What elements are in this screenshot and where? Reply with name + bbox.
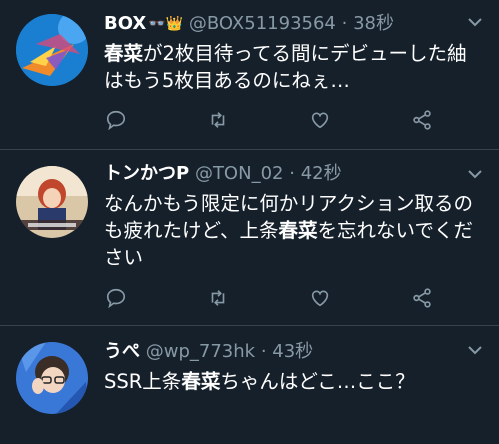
tweet-text: SSR上条春菜ちゃんはどこ…ここ？ — [104, 368, 482, 395]
text-segment: SSR上条 — [104, 370, 182, 393]
like-icon — [311, 290, 329, 307]
text-segment: ちゃんはどこ…ここ？ — [220, 370, 415, 393]
avatar[interactable] — [16, 14, 88, 86]
retweet-icon — [211, 290, 225, 306]
avatar[interactable] — [16, 342, 88, 414]
action-bar — [104, 286, 434, 310]
avatar-image — [16, 342, 88, 414]
tweet-header: BOX 👓👑 @BOX51193564 · 38秒 — [104, 10, 475, 38]
tweet[interactable]: うぺ @wp_773hk · 43秒 SSR上条春菜ちゃんはどこ…ここ？ — [0, 326, 499, 444]
avatar-image — [16, 166, 88, 238]
separator-dot: · — [341, 13, 348, 34]
user-handle[interactable]: @TON_02 — [195, 163, 284, 184]
highlight-term: 春菜 — [104, 42, 144, 65]
separator-dot: · — [289, 163, 295, 184]
display-name[interactable]: トンかつP — [104, 163, 189, 184]
timestamp[interactable]: 38秒 — [353, 13, 394, 34]
tweet-text: なんかもう限定に何かリアクション取るのも疲れたけど、上条春菜を忘れないでください — [104, 190, 482, 271]
user-handle[interactable]: @wp_773hk — [146, 341, 255, 362]
retweet-button[interactable] — [206, 286, 230, 310]
share-icon — [413, 288, 431, 308]
tweet[interactable]: トンかつP @TON_02 · 42秒 なんかもう限定に何かリアクション取るのも… — [0, 150, 499, 326]
share-button[interactable] — [410, 108, 434, 132]
highlight-term: 春菜 — [181, 370, 221, 393]
text-segment: が2枚目待ってる間にデビューした紬はもう5枚目あるのにねぇ… — [104, 42, 467, 92]
retweet-icon — [211, 112, 225, 128]
share-button[interactable] — [410, 286, 434, 310]
share-icon — [413, 110, 431, 130]
tweet-header: トンかつP @TON_02 · 42秒 — [104, 160, 475, 188]
avatar-image — [16, 14, 88, 86]
timestamp[interactable]: 43秒 — [272, 341, 313, 362]
tweet-text: 春菜が2枚目待ってる間にデビューした紬はもう5枚目あるのにねぇ… — [104, 40, 474, 94]
timestamp[interactable]: 42秒 — [301, 163, 342, 184]
like-button[interactable] — [308, 108, 332, 132]
reply-button[interactable] — [104, 108, 128, 132]
user-handle[interactable]: @BOX51193564 — [189, 13, 336, 34]
name-badge-emoji: 👓👑 — [148, 16, 184, 32]
reply-icon — [106, 288, 126, 309]
display-name[interactable]: BOX — [104, 13, 146, 34]
retweet-button[interactable] — [206, 108, 230, 132]
like-button[interactable] — [308, 286, 332, 310]
reply-button[interactable] — [104, 286, 128, 310]
avatar[interactable] — [16, 166, 88, 238]
like-icon — [311, 112, 329, 129]
tweet-header: うぺ @wp_773hk · 43秒 — [104, 338, 475, 366]
reply-icon — [106, 110, 126, 131]
action-bar — [104, 108, 434, 132]
highlight-term: 春菜 — [278, 219, 318, 242]
tweet[interactable]: BOX 👓👑 @BOX51193564 · 38秒 春菜が2枚目待ってる間にデビュ… — [0, 0, 499, 150]
display-name[interactable]: うぺ — [104, 341, 140, 362]
separator-dot: · — [260, 341, 267, 362]
